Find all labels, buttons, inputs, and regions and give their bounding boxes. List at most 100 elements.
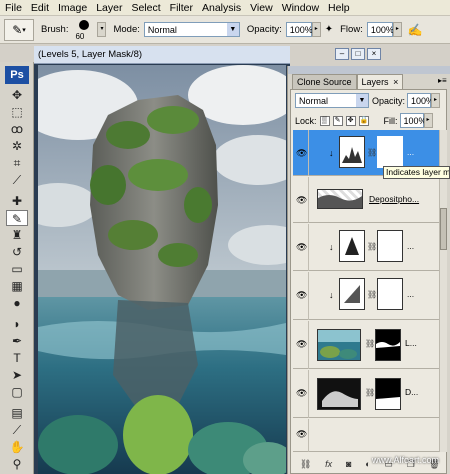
lock-transparency-icon[interactable]: ▒ [319, 115, 330, 126]
adjustment-thumb[interactable] [339, 230, 365, 262]
tab-clone-source[interactable]: Clone Source [292, 74, 357, 90]
menu-layer[interactable]: Layer [91, 0, 126, 16]
layer-mask-thumb[interactable] [375, 378, 401, 410]
eye-icon[interactable]: 👁 [296, 290, 307, 301]
chain-icon[interactable]: ⛓ [367, 290, 377, 299]
flow-input[interactable]: 100% [366, 22, 394, 37]
layer-opacity-input[interactable]: 100% [407, 93, 434, 108]
close-icon[interactable]: × [393, 77, 398, 87]
close-button[interactable]: × [367, 48, 381, 60]
clone-stamp-tool-icon[interactable]: ♜ [6, 227, 28, 243]
menu-window[interactable]: Window [277, 0, 323, 16]
lock-pixels-icon[interactable]: ✎ [332, 115, 343, 126]
shape-tool-icon[interactable]: ▢ [6, 384, 28, 400]
notes-tool-icon[interactable]: ▤ [6, 405, 28, 421]
eye-icon[interactable]: 👁 [296, 148, 307, 159]
levels-adjustment-thumb[interactable] [339, 136, 365, 168]
layer-opacity-arrow[interactable]: ▸ [431, 93, 441, 108]
layer-thumb[interactable] [317, 189, 363, 209]
lock-position-icon[interactable]: ✥ [345, 115, 356, 126]
flow-slider-arrow[interactable]: ▸ [392, 22, 402, 37]
fill-arrow[interactable]: ▸ [423, 113, 433, 128]
adjustment-thumb[interactable] [339, 278, 365, 310]
menu-filter[interactable]: Filter [165, 0, 197, 16]
layer-name[interactable]: ... [407, 289, 414, 299]
layer-name[interactable]: D... [405, 387, 418, 397]
layer-thumb[interactable] [317, 329, 361, 361]
panel-menu-icon[interactable]: ▸≡ [438, 76, 447, 85]
blur-tool-icon[interactable]: ● [6, 295, 28, 311]
menu-analysis[interactable]: Analysis [197, 0, 245, 16]
pen-tool-icon[interactable]: ✒ [6, 333, 28, 349]
adjustment-icon[interactable]: ◐ [365, 459, 370, 469]
chain-icon[interactable]: ⛓ [365, 388, 375, 397]
layer-mask-thumb[interactable] [377, 278, 403, 310]
menu-help[interactable]: Help [323, 0, 354, 16]
eyedropper-sample-tool-icon[interactable]: ⟋ [6, 422, 28, 438]
menu-select[interactable]: Select [126, 0, 164, 16]
layer-row[interactable]: 👁 ↓ ⛓ ... [293, 224, 439, 271]
type-tool-icon[interactable]: T [6, 350, 28, 366]
menu-image[interactable]: Image [53, 0, 91, 16]
marquee-tool-icon[interactable]: ⬚ [6, 104, 28, 120]
history-brush-tool-icon[interactable]: ↺ [6, 244, 28, 260]
path-selection-tool-icon[interactable]: ➤ [6, 367, 28, 383]
menu-edit[interactable]: Edit [26, 0, 53, 16]
layer-name[interactable]: L... [405, 338, 417, 348]
lasso-tool-icon[interactable]: ꝏ [6, 121, 28, 137]
layer-name[interactable]: Depositpho... [369, 194, 419, 204]
layer-thumb[interactable] [317, 378, 361, 410]
blend-mode-value: Normal [299, 95, 329, 106]
eye-icon[interactable]: 👁 [296, 242, 307, 253]
eye-icon[interactable]: 👁 [296, 388, 307, 399]
lock-all-icon[interactable]: 🔒 [358, 115, 369, 126]
layer-mask-thumb[interactable] [377, 230, 403, 262]
layer-row[interactable]: 👁 ⛓ L... [293, 321, 439, 369]
eyedropper-tool-icon[interactable]: ⟋ [6, 172, 28, 188]
brush-dropdown-arrow[interactable]: ▾ [97, 22, 107, 37]
chain-icon[interactable]: ⛓ [365, 339, 375, 348]
menu-file[interactable]: File [0, 0, 26, 16]
airbrush-toggle-icon[interactable]: ✦ [325, 24, 333, 35]
mode-select[interactable]: Normal ▼ [143, 22, 240, 37]
fx-icon[interactable]: fx [325, 459, 332, 469]
blend-mode-select[interactable]: Normal ▼ [295, 93, 369, 108]
opacity-input[interactable]: 100% [285, 22, 313, 37]
maximize-button[interactable]: □ [351, 48, 365, 60]
hand-tool-icon[interactable]: ✋ [6, 439, 28, 455]
gradient-tool-icon[interactable]: ▦ [6, 278, 28, 294]
healing-brush-tool-icon[interactable]: ✚ [6, 193, 28, 209]
canvas[interactable] [38, 65, 286, 474]
layer-row[interactable]: 👁 Depositpho... [293, 177, 439, 223]
chain-icon[interactable]: ⛓ [367, 242, 377, 251]
scrollbar-thumb[interactable] [440, 208, 447, 250]
layer-row[interactable]: 👁 [293, 419, 439, 452]
eye-icon[interactable]: 👁 [296, 339, 307, 350]
menu-view[interactable]: View [245, 0, 277, 16]
tablet-pressure-icon[interactable]: ✍ [408, 23, 423, 37]
minimize-button[interactable]: – [335, 48, 349, 60]
chain-icon[interactable]: ⛓ [367, 148, 377, 157]
opacity-slider-arrow[interactable]: ▸ [311, 22, 321, 37]
layer-row[interactable]: 👁 ⛓ D... [293, 370, 439, 418]
layer-mask-thumb[interactable] [375, 329, 401, 361]
eraser-tool-icon[interactable]: ▭ [6, 261, 28, 277]
layer-mask-thumb[interactable] [377, 136, 403, 168]
magic-wand-tool-icon[interactable]: ✲ [6, 138, 28, 154]
link-icon[interactable]: ⛓ [300, 459, 311, 470]
tool-preset-picker[interactable]: ✎ ▾ [4, 18, 34, 41]
zoom-tool-icon[interactable]: ⚲ [6, 456, 28, 472]
eye-icon[interactable]: 👁 [296, 429, 307, 440]
layer-row[interactable]: 👁 ↓ ⛓ ... [293, 272, 439, 320]
crop-tool-icon[interactable]: ⌗ [6, 155, 28, 171]
fill-input[interactable]: 100% [399, 113, 427, 128]
mask-icon[interactable]: ◙ [346, 459, 351, 469]
brush-picker[interactable]: 60 [71, 18, 97, 42]
tab-layers[interactable]: Layers × [356, 74, 404, 90]
layer-name[interactable]: ... [407, 147, 414, 157]
move-tool-icon[interactable]: ✥ [6, 87, 28, 103]
dodge-tool-icon[interactable]: ◗ [6, 316, 28, 332]
layer-name[interactable]: ... [407, 241, 414, 251]
eye-icon[interactable]: 👁 [296, 195, 307, 206]
brush-tool-icon[interactable]: ✎ [6, 210, 28, 226]
